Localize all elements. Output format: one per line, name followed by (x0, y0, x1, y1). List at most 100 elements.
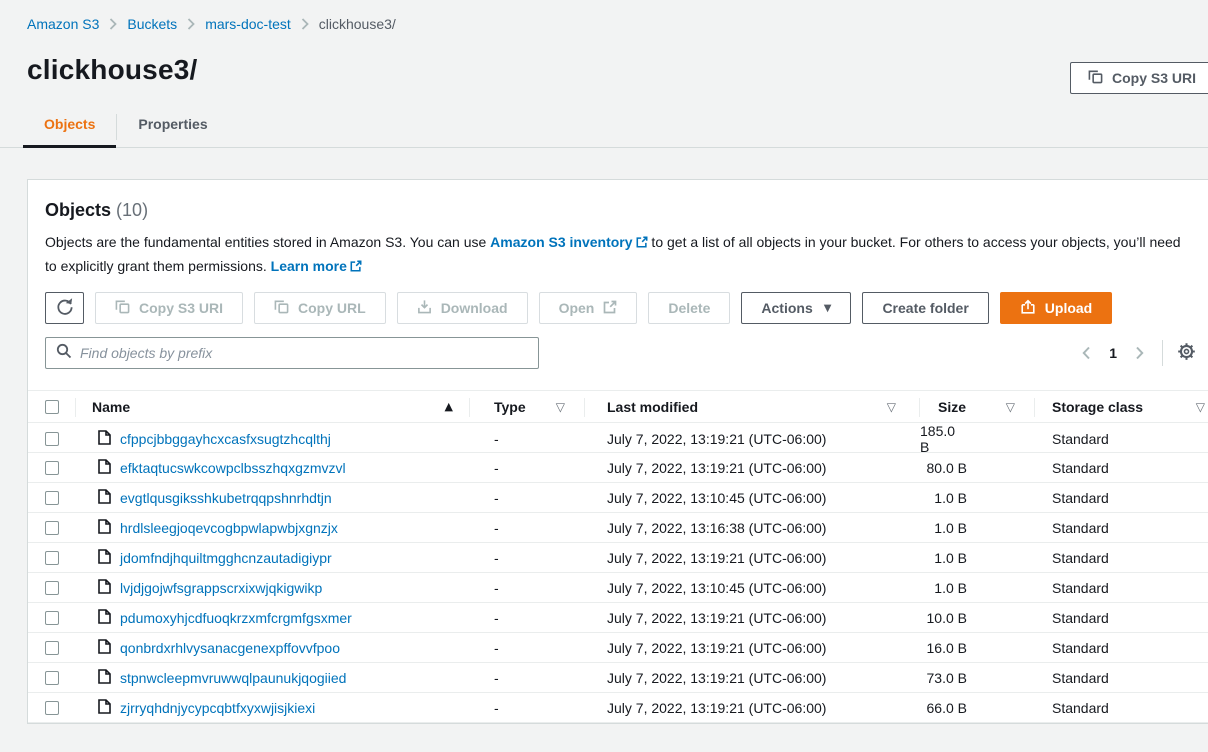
page-title: clickhouse3/ (27, 54, 1208, 86)
object-size: 1.0 B (920, 513, 1035, 542)
column-header-size[interactable]: Size ▽ (920, 391, 1035, 422)
object-name-link[interactable]: hrdlsleegjoqevcogbpwlapwbjxgnzjx (120, 520, 338, 536)
object-storage-class: Standard (1035, 513, 1208, 542)
open-external-icon (603, 300, 617, 317)
breadcrumb-amazon-s3[interactable]: Amazon S3 (27, 16, 99, 32)
caret-down-icon: ▼ (824, 303, 832, 314)
object-size: 1.0 B (920, 543, 1035, 572)
actions-dropdown-button[interactable]: Actions ▼ (741, 292, 851, 324)
external-link-icon (636, 232, 648, 255)
row-checkbox[interactable] (45, 671, 59, 685)
objects-table: Name ▲ Type ▽ Last modified ▽ Size ▽ Sto… (28, 390, 1208, 723)
copy-s3-uri-button[interactable]: Copy S3 URI (95, 292, 243, 324)
object-name-link[interactable]: evgtlqusgiksshkubetrqqpshnrhdtjn (120, 490, 332, 506)
object-name-link[interactable]: stpnwcleepmvruwwqlpaunukjqogiied (120, 670, 346, 686)
object-type: - (470, 663, 585, 692)
external-link-icon (350, 256, 362, 279)
row-checkbox[interactable] (45, 581, 59, 595)
refresh-icon (55, 297, 74, 319)
previous-page-button[interactable] (1078, 342, 1095, 364)
copy-url-button[interactable]: Copy URL (254, 292, 386, 324)
object-last-modified: July 7, 2022, 13:19:21 (UTC-06:00) (585, 693, 920, 722)
copy-icon (1088, 69, 1103, 87)
filter-icon[interactable]: ▽ (556, 400, 565, 414)
object-storage-class: Standard (1035, 483, 1208, 512)
download-button[interactable]: Download (397, 292, 528, 324)
column-header-storage-class[interactable]: Storage class ▽ (1035, 391, 1208, 422)
object-name-link[interactable]: efktaqtucswkcowpclbsszhqxgzmvzvl (120, 460, 346, 476)
column-header-type[interactable]: Type ▽ (470, 391, 585, 422)
object-last-modified: July 7, 2022, 13:19:21 (UTC-06:00) (585, 423, 920, 455)
create-folder-button[interactable]: Create folder (862, 292, 988, 324)
object-size: 10.0 B (920, 603, 1035, 632)
file-icon (98, 699, 111, 717)
preferences-gear-button[interactable] (1175, 340, 1198, 366)
objects-toolbar: Copy S3 URI Copy URL Download Open Delet… (45, 292, 1204, 324)
open-button[interactable]: Open (539, 292, 638, 324)
breadcrumb: Amazon S3 Buckets mars-doc-test clickhou… (27, 16, 1208, 32)
search-input[interactable] (80, 345, 528, 361)
pagination: 1 (1078, 340, 1204, 366)
tab-objects[interactable]: Objects (23, 112, 116, 148)
row-checkbox[interactable] (45, 461, 59, 475)
breadcrumb-bucket-name[interactable]: mars-doc-test (205, 16, 291, 32)
object-storage-class: Standard (1035, 603, 1208, 632)
table-row: qonbrdxrhlvysanacgenexpffovvfpoo - July … (28, 633, 1208, 663)
object-type: - (470, 693, 585, 722)
objects-count: (10) (116, 200, 148, 220)
object-name-link[interactable]: pdumoxyhjcdfuoqkrzxmfcrgmfgsxmer (120, 610, 352, 626)
table-row: zjrryqhdnjycypcqbtfxyxwjisjkiexi - July … (28, 693, 1208, 723)
file-icon (98, 579, 111, 597)
filter-icon[interactable]: ▽ (887, 400, 896, 414)
column-header-name[interactable]: Name ▲ (76, 391, 470, 422)
object-last-modified: July 7, 2022, 13:10:45 (UTC-06:00) (585, 573, 920, 602)
row-checkbox[interactable] (45, 551, 59, 565)
object-name-link[interactable]: zjrryqhdnjycypcqbtfxyxwjisjkiexi (120, 700, 315, 716)
object-last-modified: July 7, 2022, 13:19:21 (UTC-06:00) (585, 603, 920, 632)
download-icon (417, 299, 432, 317)
object-storage-class: Standard (1035, 543, 1208, 572)
current-page-number[interactable]: 1 (1095, 345, 1131, 361)
table-row: stpnwcleepmvruwwqlpaunukjqogiied - July … (28, 663, 1208, 693)
copy-icon (274, 299, 289, 317)
object-type: - (470, 513, 585, 542)
row-checkbox[interactable] (45, 701, 59, 715)
object-storage-class: Standard (1035, 453, 1208, 482)
filter-icon[interactable]: ▽ (1196, 400, 1205, 414)
tabs-strip: Objects Properties (0, 112, 1208, 148)
select-all-checkbox[interactable] (45, 400, 59, 414)
object-name-link[interactable]: cfppcjbbggayhcxcasfxsugtzhcqlthj (120, 431, 331, 447)
learn-more-link[interactable]: Learn more (271, 258, 362, 274)
object-last-modified: July 7, 2022, 13:19:21 (UTC-06:00) (585, 633, 920, 662)
object-size: 16.0 B (920, 633, 1035, 662)
file-icon (98, 489, 111, 507)
file-icon (98, 639, 111, 657)
copy-s3-uri-header-button[interactable]: Copy S3 URI (1070, 62, 1208, 94)
filter-icon[interactable]: ▽ (1006, 400, 1015, 414)
refresh-button[interactable] (45, 292, 84, 324)
file-icon (98, 549, 111, 567)
object-name-link[interactable]: lvjdjgojwfsgrappscrxixwjqkigwikp (120, 580, 322, 596)
search-icon (56, 343, 72, 364)
breadcrumb-buckets[interactable]: Buckets (127, 16, 177, 32)
row-checkbox[interactable] (45, 432, 59, 446)
objects-panel: Objects (10) Objects are the fundamental… (27, 179, 1208, 724)
tab-properties[interactable]: Properties (117, 112, 228, 148)
table-row: pdumoxyhjcdfuoqkrzxmfcrgmfgsxmer - July … (28, 603, 1208, 633)
next-page-button[interactable] (1131, 342, 1148, 364)
object-last-modified: July 7, 2022, 13:19:21 (UTC-06:00) (585, 453, 920, 482)
row-checkbox[interactable] (45, 611, 59, 625)
column-header-last-modified[interactable]: Last modified ▽ (585, 391, 920, 422)
upload-button[interactable]: Upload (1000, 292, 1112, 324)
row-checkbox[interactable] (45, 641, 59, 655)
object-last-modified: July 7, 2022, 13:19:21 (UTC-06:00) (585, 663, 920, 692)
row-checkbox[interactable] (45, 491, 59, 505)
row-checkbox[interactable] (45, 521, 59, 535)
amazon-s3-inventory-link[interactable]: Amazon S3 inventory (490, 234, 647, 250)
object-name-link[interactable]: jdomfndjhquiltmgghcnzautadigiypr (120, 550, 332, 566)
object-name-link[interactable]: qonbrdxrhlvysanacgenexpffovvfpoo (120, 640, 340, 656)
delete-button[interactable]: Delete (648, 292, 730, 324)
file-icon (98, 669, 111, 687)
object-last-modified: July 7, 2022, 13:19:21 (UTC-06:00) (585, 543, 920, 572)
sort-ascending-icon[interactable]: ▲ (445, 400, 453, 413)
